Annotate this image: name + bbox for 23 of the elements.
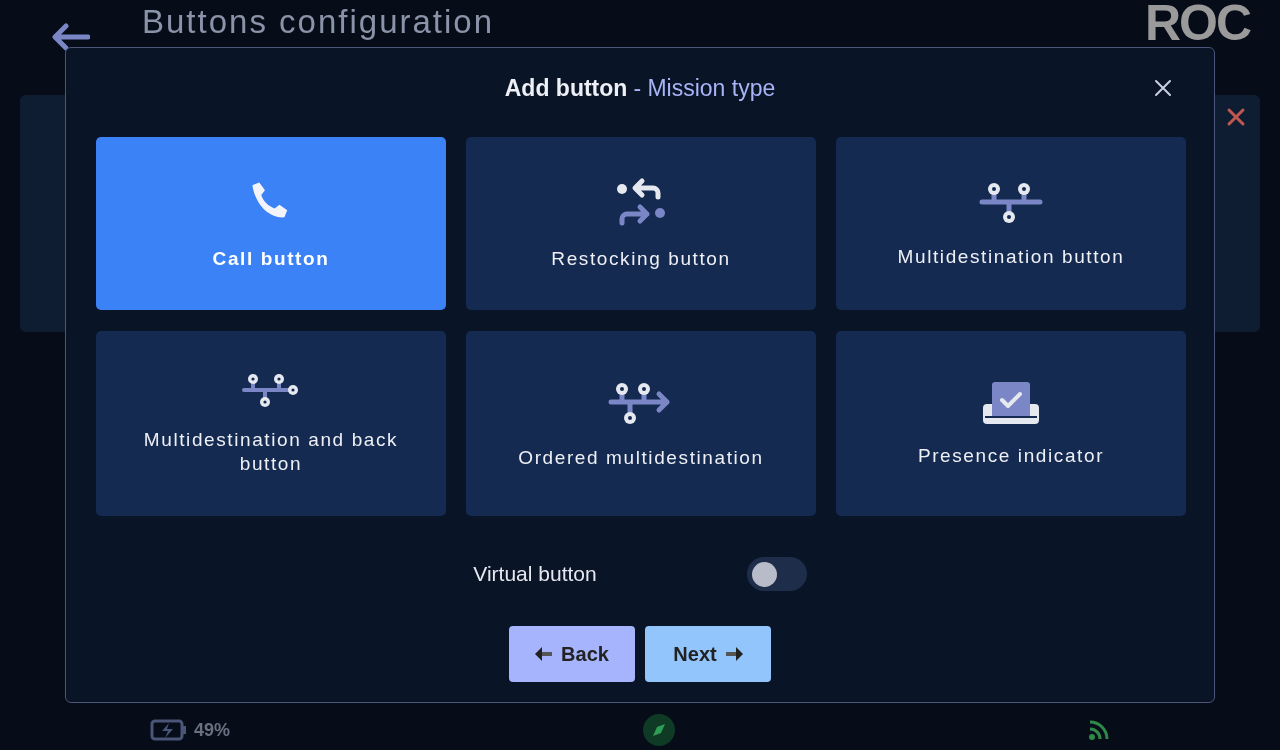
checkbox-tray-icon: [982, 379, 1040, 426]
battery-icon: [150, 719, 188, 741]
dialog-subtitle: - Mission type: [633, 74, 776, 102]
arrow-right-icon: [724, 646, 743, 662]
toggle-label: Virtual button: [473, 562, 597, 586]
battery-percent: 49%: [194, 719, 231, 741]
compass-icon[interactable]: [643, 714, 675, 746]
toggle-switch[interactable]: [746, 557, 807, 591]
signal-icon: [1088, 719, 1110, 741]
back-arrow-icon[interactable]: [50, 22, 90, 52]
arrow-left-icon: [535, 646, 554, 662]
branch-nodes-icon: [241, 371, 301, 410]
mission-type-card[interactable]: Multidestination button: [836, 137, 1186, 310]
logo: ROC: [1144, 2, 1250, 44]
back-button[interactable]: Back: [509, 626, 635, 682]
mission-type-card[interactable]: Multidestination and back button: [96, 331, 446, 516]
mission-type-card[interactable]: Presence indicator: [836, 331, 1186, 516]
mission-type-card[interactable]: Ordered multidestination: [466, 331, 816, 516]
mission-type-card[interactable]: Call button: [96, 137, 446, 310]
page-title: Buttons configuration: [142, 2, 495, 42]
mission-type-card[interactable]: Restocking button: [466, 137, 816, 310]
dialog-title: Add button: [504, 74, 628, 102]
next-button[interactable]: Next: [645, 626, 771, 682]
